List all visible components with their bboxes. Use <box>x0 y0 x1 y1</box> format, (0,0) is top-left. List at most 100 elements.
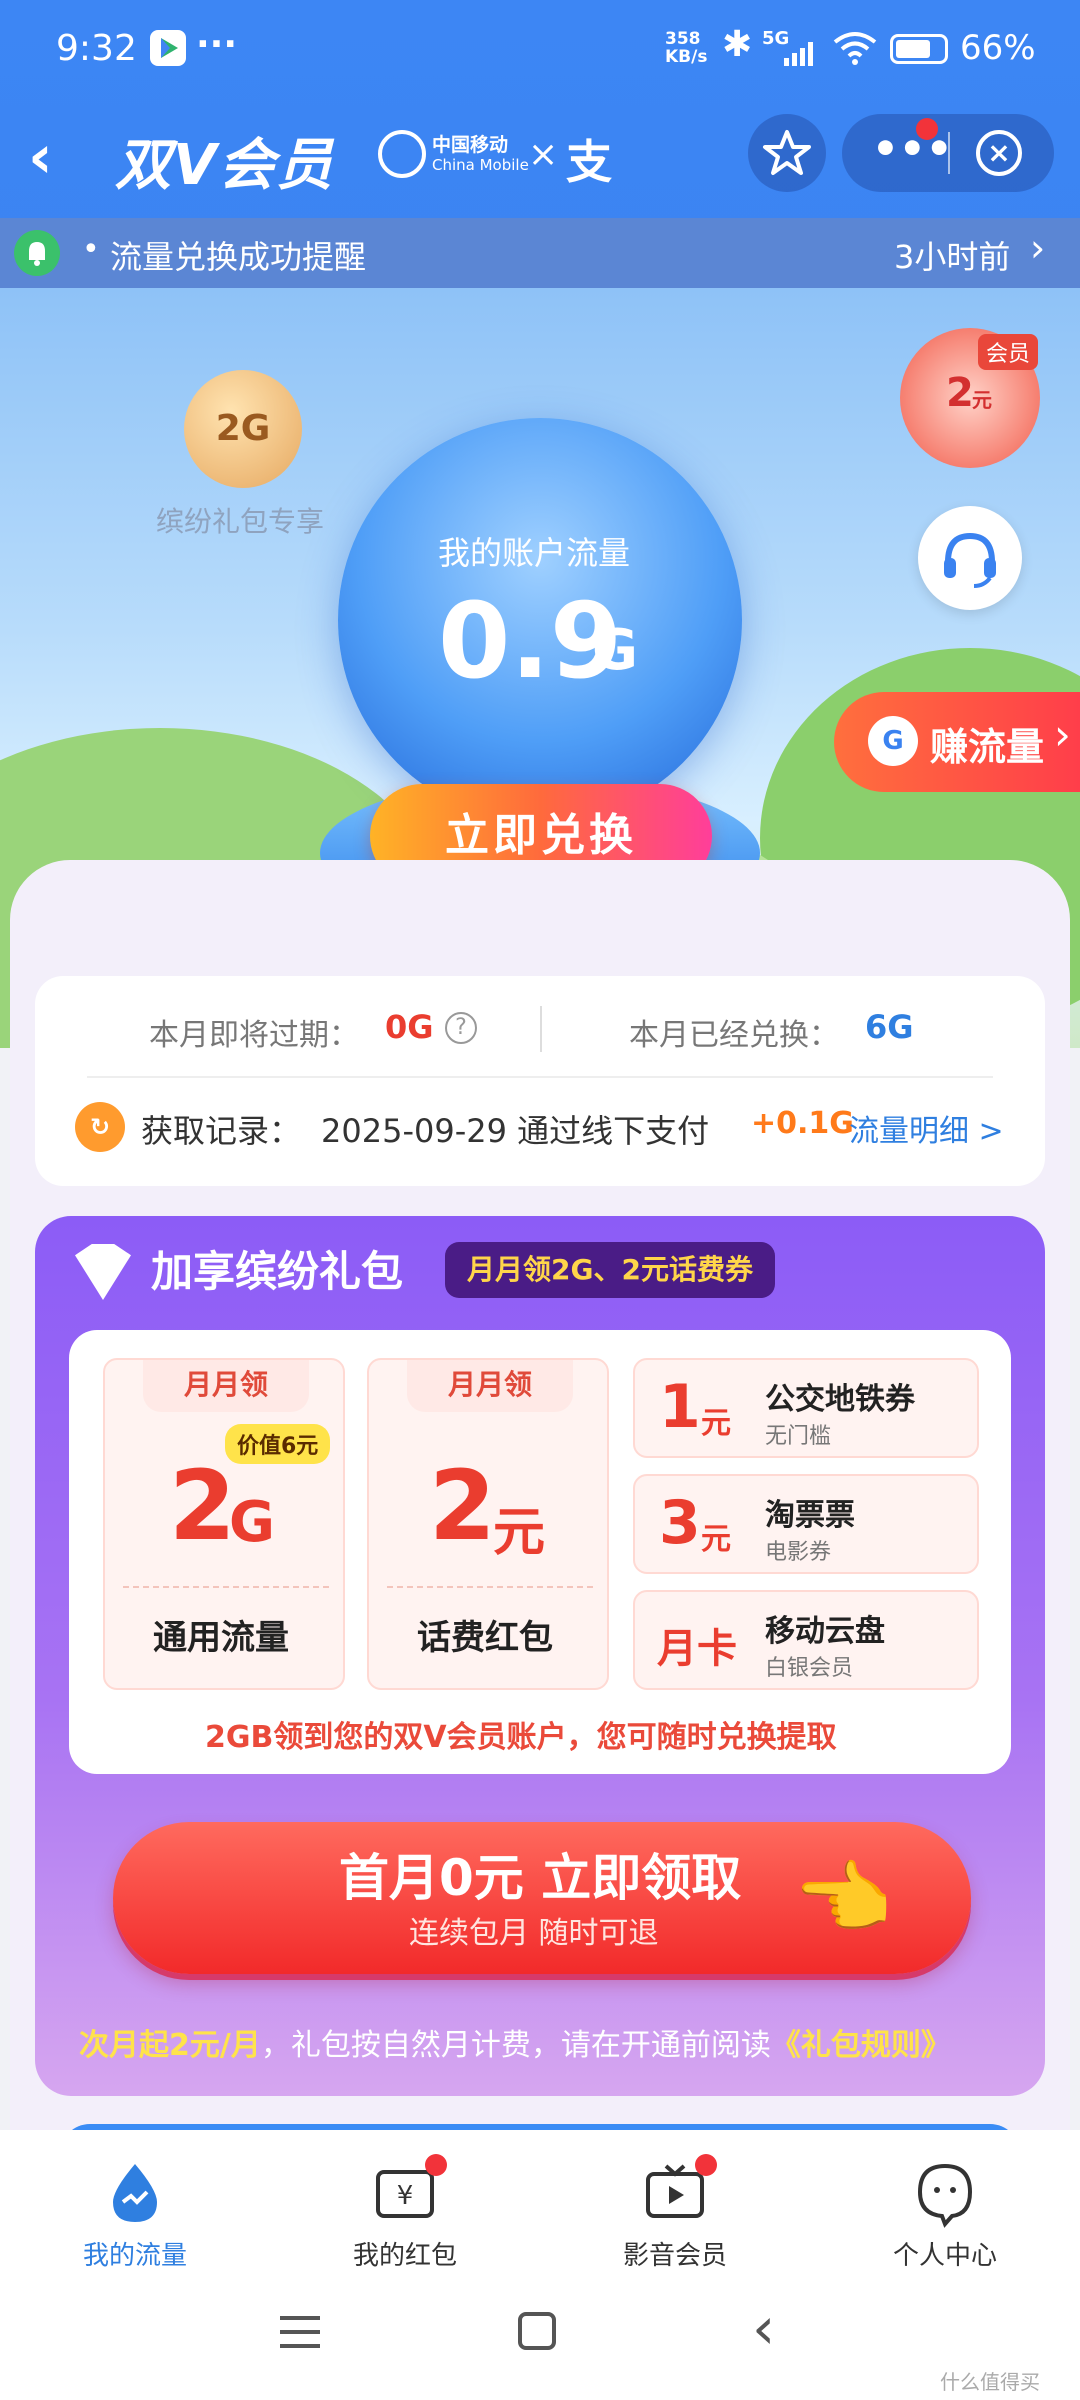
coupon-movie[interactable]: 3 元 淘票票 电影券 <box>633 1474 979 1574</box>
gift-badge[interactable]: 2G <box>184 370 302 488</box>
china-mobile-logo <box>378 130 426 178</box>
coupon-value: 3 <box>659 1488 701 1558</box>
notice-time: 3小时前 <box>894 238 1011 276</box>
partner-name-cn: 中国移动 <box>432 134 509 156</box>
gift-package-section: 加享缤纷礼包 月月领2G、2元话费券 月月领 价值6元 2 G 通用流量 月月领… <box>35 1216 1045 2096</box>
gift-item-unit: G <box>229 1490 275 1555</box>
member-badge[interactable]: 会员 2 元 <box>900 328 1040 468</box>
headset-icon <box>944 532 996 588</box>
claim-title: 首月0元 立即领取 <box>339 1849 742 1907</box>
more-red-dot <box>916 118 938 140</box>
coupon-title: 移动云盘 <box>765 1614 885 1649</box>
member-badge-value: 2 <box>946 370 974 416</box>
stats-divider <box>540 1006 542 1052</box>
stats-separator <box>87 1076 993 1078</box>
v-diamond-icon <box>75 1244 131 1300</box>
member-badge-unit: 元 <box>972 388 992 412</box>
gift-items-card: 月月领 价值6元 2 G 通用流量 月月领 2 元 话费红包 1 元 公交地铁券… <box>69 1330 1011 1774</box>
rule-line: 次月起2元/月，礼包按自然月计费，请在开通前阅读《礼包规则》 <box>79 2020 951 2064</box>
globe-label: 我的账户流量 <box>438 534 631 572</box>
nav-red-packet[interactable]: ¥ 我的红包 <box>305 2130 505 2272</box>
customer-service-button[interactable] <box>918 506 1022 610</box>
profile-face-icon <box>917 2163 973 2228</box>
alipay-logo: 支 <box>566 135 612 189</box>
bluetooth-icon: ✱ <box>722 24 753 65</box>
favorite-button[interactable] <box>748 114 826 192</box>
signal-icon <box>782 36 822 77</box>
notice-bar[interactable]: • 流量兑换成功提醒 3小时前 › <box>0 218 1080 288</box>
coupon-sub: 电影券 <box>765 1540 832 1565</box>
record-label: 获取记录： <box>141 1112 302 1150</box>
gift-item-flow[interactable]: 月月领 价值6元 2 G 通用流量 <box>103 1358 345 1690</box>
rule-text: ，礼包按自然月计费，请在开通前阅读 <box>260 2028 771 2063</box>
status-bar: 9:32 ··· 358 KB/s ✱ 5G 66% <box>0 0 1080 100</box>
nav-profile[interactable]: 个人中心 <box>845 2130 1045 2272</box>
gift-badge-caption: 缤纷礼包专享 <box>156 505 325 538</box>
partner-times: × <box>528 134 559 175</box>
mini-program-capsule: ••• × <box>842 114 1054 192</box>
gift-title: 加享缤纷礼包 <box>151 1247 404 1296</box>
exchanged-label: 本月已经兑换： <box>629 1018 839 1053</box>
gift-item-bill[interactable]: 月月领 2 元 话费红包 <box>367 1358 609 1690</box>
play-store-icon <box>150 30 186 66</box>
earn-flow-chip: G <box>868 716 918 766</box>
svg-text:¥: ¥ <box>397 2181 414 2211</box>
nav-my-flow[interactable]: 我的流量 <box>35 2130 235 2272</box>
dashed-divider <box>387 1586 593 1588</box>
coupon-sub: 无门槛 <box>765 1424 832 1449</box>
coupon-unit: 元 <box>701 1406 731 1441</box>
page-title: 双V会员 <box>115 133 335 198</box>
system-navigation-bar: ‹ 什么值得买 <box>0 2270 1080 2400</box>
dashed-divider <box>123 1586 329 1588</box>
gift-item-value: 2 <box>169 1450 236 1562</box>
status-time: 9:32 <box>56 28 137 69</box>
gift-item-name: 通用流量 <box>153 1618 289 1658</box>
claim-subtitle: 连续包月 随时可退 <box>409 1916 659 1951</box>
coupon-unit: 元 <box>701 1522 731 1557</box>
gift-item-tag: 月月领 <box>143 1360 309 1412</box>
coupon-sub: 白银会员 <box>765 1656 854 1681</box>
coupon-title: 淘票票 <box>765 1498 855 1533</box>
flow-detail-link[interactable]: 流量明细 > <box>849 1106 1004 1150</box>
globe-unit: G <box>592 618 638 683</box>
back-icon[interactable]: ‹ <box>28 122 53 192</box>
nav-red-dot <box>425 2154 447 2176</box>
back-nav-icon[interactable]: ‹ <box>752 2294 775 2362</box>
rule-highlight: 次月起2元/月 <box>79 2028 261 2063</box>
stats-card: 本月即将过期： 0G ? 本月已经兑换： 6G ↻ 获取记录： 2025-09-… <box>35 976 1045 1186</box>
nav-media-member[interactable]: 影音会员 <box>575 2130 775 2272</box>
rule-link[interactable]: 《礼包规则》 <box>771 2028 951 2063</box>
battery-percent: 66% <box>960 28 1036 68</box>
member-badge-tag: 会员 <box>978 334 1039 370</box>
earn-flow-button[interactable]: G 赚流量 › <box>834 692 1080 792</box>
gift-item-unit: 元 <box>493 1503 546 1563</box>
bell-icon <box>14 230 60 276</box>
more-icon[interactable]: ••• <box>872 124 953 173</box>
nav-label: 我的流量 <box>82 2241 187 2271</box>
expiring-label: 本月即将过期： <box>149 1018 359 1053</box>
coupon-title: 公交地铁券 <box>765 1382 915 1417</box>
network-speed: 358 KB/s <box>665 29 708 67</box>
expiring-value: 0G <box>385 1008 434 1046</box>
notice-bullet: • <box>82 232 100 267</box>
claim-button[interactable]: 首月0元 立即领取 连续包月 随时可退 👈 <box>113 1822 971 1974</box>
watermark: 什么值得买 <box>940 2370 1040 2394</box>
close-icon[interactable]: × <box>976 130 1022 176</box>
nav-red-dot <box>695 2154 717 2176</box>
coupon-transit[interactable]: 1 元 公交地铁券 无门槛 <box>633 1358 979 1458</box>
value-badge: 价值6元 <box>225 1424 331 1464</box>
menu-icon[interactable] <box>280 2314 320 2354</box>
flow-drop-icon <box>113 2164 157 2222</box>
earn-chevron-icon: › <box>1054 710 1071 759</box>
record-icon: ↻ <box>75 1102 125 1152</box>
help-icon[interactable]: ? <box>445 1012 477 1044</box>
nav-label: 个人中心 <box>892 2241 997 2271</box>
coupon-value: 1 <box>659 1372 701 1442</box>
coupon-cloud[interactable]: 月卡 移动云盘 白银会员 <box>633 1590 979 1690</box>
home-icon[interactable] <box>518 2312 556 2350</box>
gift-item-value: 2 <box>429 1450 496 1562</box>
record-text: 2025-09-29 通过线下支付 <box>321 1112 710 1150</box>
chevron-right-icon: › <box>1030 226 1046 270</box>
gift-note: 2GB领到您的双V会员账户，您可随时兑换提取 <box>205 1720 837 1755</box>
coupon-value: 月卡 <box>657 1626 737 1672</box>
